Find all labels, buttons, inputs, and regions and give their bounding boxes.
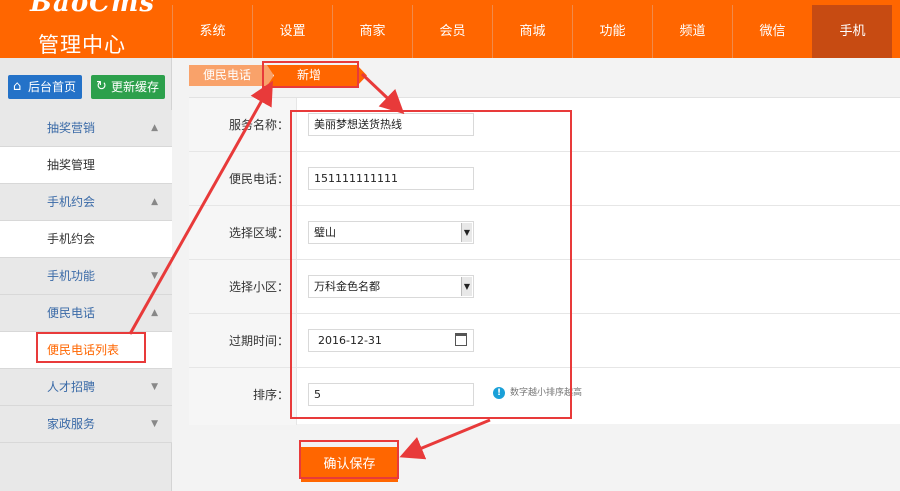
refresh-icon: ↻ — [96, 79, 107, 94]
sidebar-group-label: 手机功能 — [47, 269, 96, 283]
nav-item-system[interactable]: 系统 — [172, 5, 252, 58]
home-button-label: 后台首页 — [28, 80, 77, 94]
annotation-box-breadcrumb — [262, 61, 359, 88]
community-label: 选择小区： — [228, 280, 289, 294]
logo: BaoCms — [30, 0, 156, 18]
sidebar-group-label: 抽奖营销 — [47, 121, 96, 135]
sidebar-group-label: 便民电话 — [47, 306, 96, 320]
annotation-box-form — [290, 110, 572, 419]
sidebar-group-housekeeping[interactable]: 家政服务 ▼ — [0, 406, 172, 443]
phone-label: 便民电话： — [228, 172, 289, 186]
chevron-down-icon: ▼ — [151, 419, 158, 429]
top-nav: 系统 设置 商家 会员 商城 功能 频道 微信 手机 — [172, 5, 892, 58]
area-label: 选择区域： — [228, 226, 289, 240]
sidebar-group-mobile-features[interactable]: 手机功能 ▼ — [0, 258, 172, 295]
chevron-down-icon: ▼ — [151, 271, 158, 281]
expire-label: 过期时间： — [228, 334, 289, 348]
home-icon: ⌂ — [13, 79, 22, 94]
nav-item-settings[interactable]: 设置 — [252, 5, 332, 58]
top-header: BaoCms 管理中心 系统 设置 商家 会员 商城 功能 频道 微信 手机 — [0, 0, 900, 58]
sidebar-item-lottery-manage[interactable]: 抽奖管理 — [0, 147, 172, 184]
sidebar-group-lottery[interactable]: 抽奖营销 ▲ — [0, 110, 172, 147]
app-title: 管理中心 — [38, 33, 126, 57]
sidebar-group-label: 手机约会 — [47, 195, 96, 209]
nav-item-member[interactable]: 会员 — [412, 5, 492, 58]
nav-item-merchant[interactable]: 商家 — [332, 5, 412, 58]
sidebar-item-mobile-dating[interactable]: 手机约会 — [0, 221, 172, 258]
sidebar-group-label: 家政服务 — [47, 417, 96, 431]
chevron-up-icon: ▲ — [151, 123, 158, 133]
chevron-down-icon: ▼ — [151, 382, 158, 392]
nav-item-wechat[interactable]: 微信 — [732, 5, 812, 58]
sidebar-menu: 抽奖营销 ▲ 抽奖管理 手机约会 ▲ 手机约会 手机功能 ▼ 便民电话 ▲ 便民… — [0, 110, 172, 443]
chevron-up-icon: ▲ — [151, 308, 158, 318]
order-label: 排序： — [252, 388, 289, 402]
sidebar-group-recruitment[interactable]: 人才招聘 ▼ — [0, 369, 172, 406]
nav-item-features[interactable]: 功能 — [572, 5, 652, 58]
sidebar-item-label: 抽奖管理 — [47, 158, 96, 172]
annotation-box-save — [299, 440, 399, 479]
refresh-cache-button[interactable]: ↻ 更新缓存 — [91, 75, 165, 99]
nav-item-channel[interactable]: 频道 — [652, 5, 732, 58]
service-name-label: 服务名称： — [228, 118, 289, 132]
home-button[interactable]: ⌂ 后台首页 — [8, 75, 82, 99]
chevron-up-icon: ▲ — [151, 197, 158, 207]
annotation-box-list-item — [36, 332, 146, 363]
sidebar-group-label: 人才招聘 — [47, 380, 96, 394]
sidebar-item-label: 手机约会 — [47, 232, 96, 246]
nav-item-mobile[interactable]: 手机 — [812, 5, 892, 58]
nav-item-mall[interactable]: 商城 — [492, 5, 572, 58]
brand: BaoCms 管理中心 — [0, 0, 172, 58]
sidebar-group-service-phone[interactable]: 便民电话 ▲ — [0, 295, 172, 332]
breadcrumb-parent[interactable]: 便民电话 — [189, 65, 273, 86]
sidebar-group-mobile-dating[interactable]: 手机约会 ▲ — [0, 184, 172, 221]
refresh-cache-label: 更新缓存 — [111, 80, 160, 94]
sidebar: ⌂ 后台首页 ↻ 更新缓存 抽奖营销 ▲ 抽奖管理 手机约会 ▲ 手机约会 手机… — [0, 58, 172, 491]
